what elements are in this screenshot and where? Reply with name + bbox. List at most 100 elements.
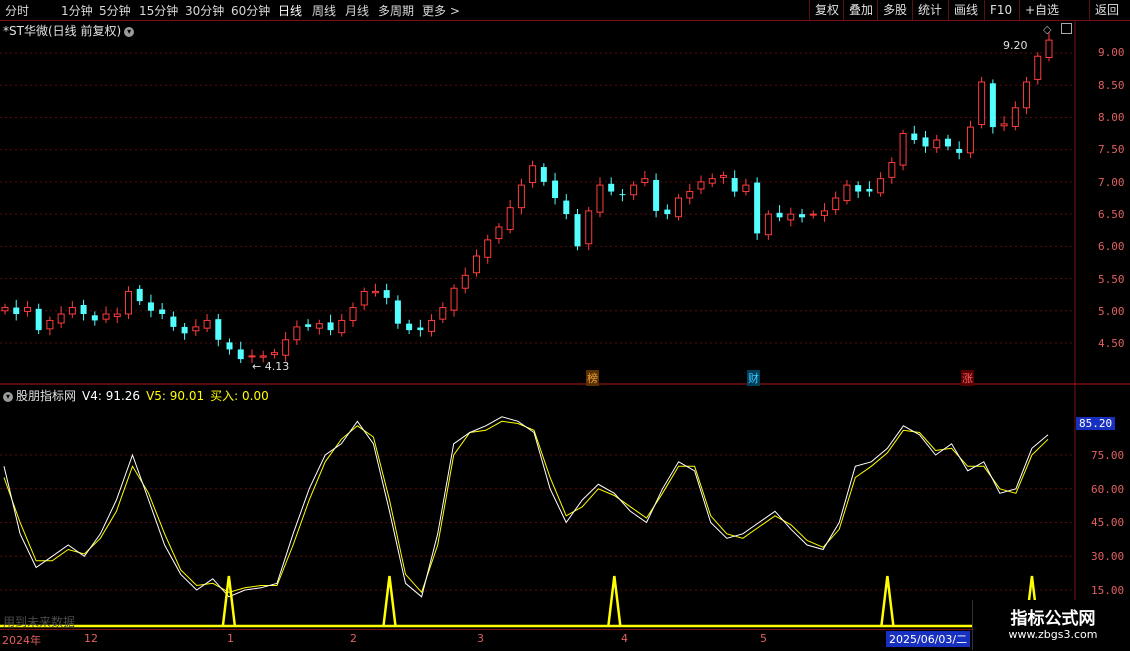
candle-body-up xyxy=(349,307,357,321)
candle-body-up xyxy=(1,307,9,312)
candle-body-up xyxy=(203,319,211,329)
candle-body-down xyxy=(35,308,42,331)
low-price-value: 4.13 xyxy=(264,360,290,373)
candle-body-up xyxy=(630,184,638,196)
panel-toggle-icon[interactable] xyxy=(1061,23,1072,34)
indicator-axis-label: 30.00 xyxy=(1091,550,1125,563)
candle-body-up xyxy=(820,210,828,216)
watermark-title: 指标公式网 xyxy=(1010,609,1096,629)
date-axis-month: 5 xyxy=(760,632,767,645)
candle-body-down xyxy=(136,288,143,302)
date-axis-month: 12 xyxy=(84,632,98,645)
watermark-logo: 指标公式网 www.zbgs3.com xyxy=(972,600,1130,650)
grid-lines xyxy=(0,52,1075,591)
stock-title-text: *ST华微(日线 前复权) xyxy=(3,24,122,38)
indicator-axis-label: 75.00 xyxy=(1091,449,1125,462)
event-tag-limit-up[interactable]: 涨 xyxy=(961,370,974,386)
candle-body-down xyxy=(13,307,20,314)
date-axis-month: 3 xyxy=(477,632,484,645)
low-price-label: ← 4.13 xyxy=(252,360,290,373)
future-data-label: 用到未来数据 xyxy=(3,615,76,629)
price-axis-label: 6.50 xyxy=(1098,208,1125,221)
price-axis-label: 4.50 xyxy=(1098,337,1125,350)
candle-body-up xyxy=(708,178,716,184)
candle-body-down xyxy=(776,212,783,218)
candle-body-up xyxy=(270,352,278,356)
candle-body-up xyxy=(764,213,772,236)
candle-body-up xyxy=(675,197,683,218)
candle-body-up xyxy=(641,178,649,184)
buy-signal-spike xyxy=(607,575,622,627)
candle-body-up xyxy=(484,239,492,258)
stock-title: *ST华微(日线 前复权) ▾ xyxy=(3,22,135,39)
candle-body-up xyxy=(124,290,132,315)
candle-body-down xyxy=(664,209,671,215)
buy-signal-spike xyxy=(880,575,895,627)
date-axis-month: 4 xyxy=(621,632,628,645)
indicator-v5-value: V5: 90.01 xyxy=(146,389,205,403)
candle-body-up xyxy=(585,210,593,245)
candle-body-up xyxy=(933,139,941,149)
date-axis: 2024年 12 1 2 3 4 5 2025/06/03/二 xyxy=(0,629,1076,651)
candle-body-up xyxy=(461,274,469,289)
candle-body-up xyxy=(1000,123,1008,127)
candle-body-up xyxy=(282,339,290,356)
candle-body-up xyxy=(1034,55,1042,80)
candle-body-down xyxy=(147,302,154,311)
price-axis-label: 7.00 xyxy=(1098,176,1125,189)
chart-canvas[interactable] xyxy=(0,0,1130,650)
candle-body-down xyxy=(394,300,401,324)
indicator-buy-value: 买入: 0.00 xyxy=(210,389,269,403)
indicator-v4-value: V4: 91.26 xyxy=(82,389,141,403)
candle-body-down xyxy=(237,349,244,360)
v5-line xyxy=(3,420,1049,594)
price-axis-label: 7.50 xyxy=(1098,143,1125,156)
candle-body-up xyxy=(113,313,121,318)
candle-body-down xyxy=(170,316,177,327)
candle-body-up xyxy=(495,226,503,240)
v4-line xyxy=(3,416,1049,598)
date-axis-year: 2024年 xyxy=(2,634,41,647)
candle-body-down xyxy=(305,324,312,327)
candle-body-down xyxy=(855,185,862,192)
date-axis-month: 1 xyxy=(227,632,234,645)
candle-body-down xyxy=(181,326,188,334)
event-tag-list[interactable]: 榜 xyxy=(586,370,599,386)
diamond-icon[interactable]: ◇ xyxy=(1043,23,1051,36)
candle-body-down xyxy=(383,290,390,298)
candle-body-up xyxy=(450,287,458,311)
candle-body-down xyxy=(731,178,738,192)
candle-body-up xyxy=(1045,39,1053,59)
candle-body-down xyxy=(91,315,98,321)
event-tag-finance[interactable]: 财 xyxy=(747,370,760,386)
candle-body-up xyxy=(787,213,795,221)
price-axis-label: 5.00 xyxy=(1098,305,1125,318)
indicator-axis-label: 45.00 xyxy=(1091,516,1125,529)
indicator-axis-label: 15.00 xyxy=(1091,584,1125,597)
price-axis-label: 6.00 xyxy=(1098,240,1125,253)
candle-body-up xyxy=(315,323,323,329)
selected-date-label: 2025/06/03/二 xyxy=(886,631,971,647)
candle-body-down xyxy=(922,137,929,147)
candle-body-down xyxy=(574,214,581,247)
chevron-down-icon[interactable]: ▾ xyxy=(124,26,135,37)
candle-body-up xyxy=(259,355,267,358)
indicator-title: ▾ 股朋指标网 V4: 91.26 V5: 90.01 买入: 0.00 xyxy=(3,387,269,404)
candle-body-down xyxy=(944,138,951,147)
candle-body-down xyxy=(754,182,761,234)
watermark-url: www.zbgs3.com xyxy=(1008,628,1098,641)
date-axis-month: 2 xyxy=(350,632,357,645)
candle-body-up xyxy=(877,178,885,194)
indicator-series xyxy=(0,416,1075,628)
buy-signal-spike xyxy=(382,575,397,627)
candle-body-down xyxy=(563,200,570,215)
candle-body-up xyxy=(899,133,907,166)
candle-body-up xyxy=(360,290,368,306)
candle-body-down xyxy=(540,167,547,182)
candle-body-up xyxy=(46,319,54,330)
settings-icon[interactable]: ▾ xyxy=(3,391,13,402)
candle-body-down xyxy=(80,304,87,314)
candle-body-up xyxy=(529,165,537,184)
candle-body-up xyxy=(1011,107,1019,127)
candlestick-series xyxy=(1,32,1053,363)
